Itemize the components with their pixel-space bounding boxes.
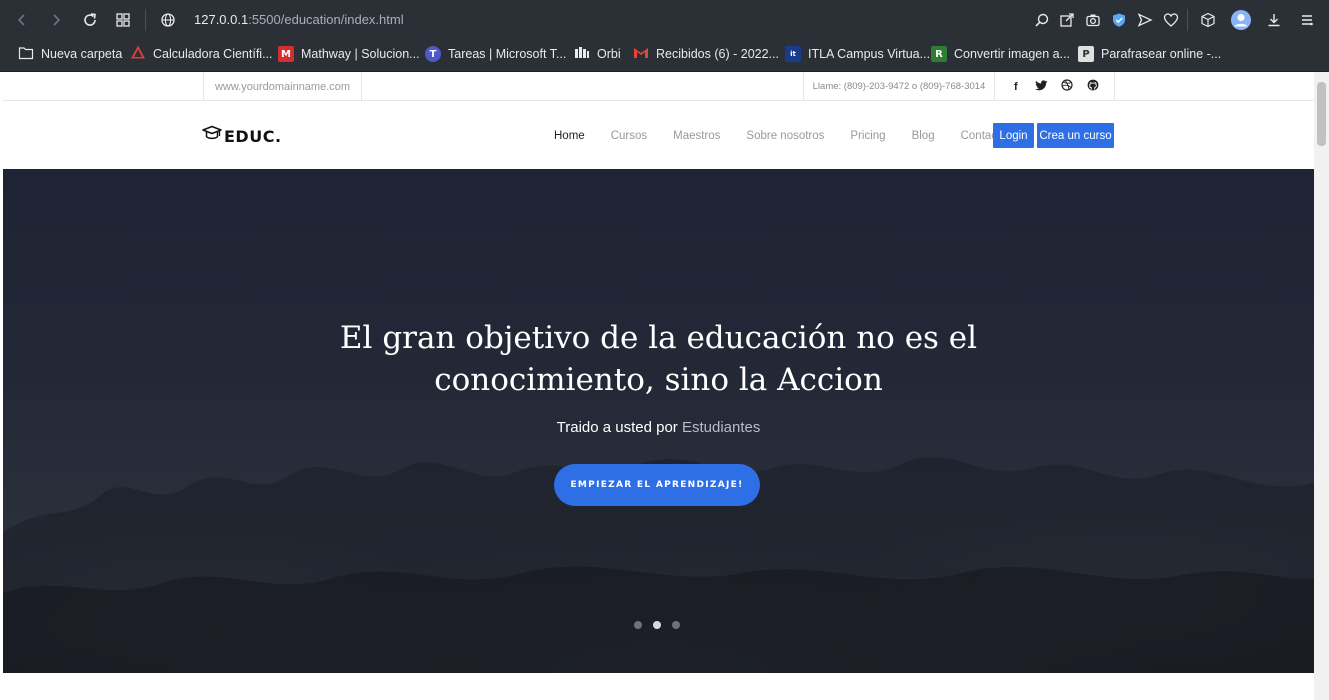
facebook-icon[interactable]: f: [1008, 81, 1024, 93]
tabs-grid-icon[interactable]: [111, 8, 135, 32]
download-icon[interactable]: [1262, 8, 1286, 32]
bookmark-item[interactable]: Recibidos (6) - 2022...: [633, 44, 779, 64]
slider-dot-2[interactable]: [653, 621, 661, 629]
create-course-button[interactable]: Crea un curso: [1037, 123, 1114, 148]
bookmark-item[interactable]: Nueva carpeta: [18, 44, 122, 64]
top-info-bar: www.yourdomainname.com Llame: (809)-203-…: [3, 72, 1314, 101]
bookmark-item[interactable]: it ITLA Campus Virtua...: [785, 44, 930, 64]
graduates-background-image: [3, 457, 1314, 673]
menu-icon[interactable]: [1295, 8, 1319, 32]
nav-menu: Home Cursos Maestros Sobre nosotros Pric…: [554, 124, 1038, 148]
logo-text: EDUC.: [224, 126, 282, 146]
browser-chrome: 127.0.0.1:5500/education/index.html Nuev…: [0, 0, 1329, 72]
start-learning-button[interactable]: EMPIEZAR EL APRENDIZAJE!: [554, 464, 760, 506]
profile-avatar-icon[interactable]: [1229, 8, 1253, 32]
twitter-icon[interactable]: [1034, 79, 1050, 94]
mathway-favicon: M: [278, 46, 294, 62]
bookmarks-bar: Nueva carpeta Calculadora Científi... M …: [0, 42, 1329, 66]
social-links: f: [995, 72, 1115, 101]
calculator-favicon: [130, 44, 146, 64]
paraphrase-favicon: P: [1078, 46, 1094, 62]
send-icon[interactable]: [1133, 8, 1157, 32]
itla-favicon: it: [785, 46, 801, 62]
folder-icon: [18, 45, 34, 64]
bookmark-item[interactable]: R Convertir imagen a...: [931, 44, 1070, 64]
hero-byline: Traido a usted por Estudiantes: [556, 419, 761, 436]
hero-section: El gran objetivo de la educación no es e…: [3, 169, 1314, 673]
share-edit-icon[interactable]: [1055, 8, 1079, 32]
back-icon[interactable]: [10, 8, 34, 32]
domain-text: www.yourdomainname.com: [203, 72, 362, 101]
graduation-cap-icon: [202, 125, 222, 147]
main-navbar: EDUC. Home Cursos Maestros Sobre nosotro…: [3, 101, 1314, 169]
nav-home[interactable]: Home: [554, 130, 585, 142]
byline-highlight: Estudiantes: [681, 419, 761, 436]
nav-cursos[interactable]: Cursos: [611, 130, 647, 142]
slider-dot-1[interactable]: [634, 621, 642, 629]
slider-dots: [634, 621, 680, 629]
nav-blog[interactable]: Blog: [912, 130, 935, 142]
hero-title-line-1: El gran objetivo de la educación no es e…: [339, 320, 978, 356]
dribbble-icon[interactable]: [1059, 79, 1075, 94]
camera-icon[interactable]: [1081, 8, 1105, 32]
address-bar[interactable]: 127.0.0.1:5500/education/index.html: [156, 6, 696, 34]
toolbar-divider: [145, 9, 146, 31]
browser-toolbar: 127.0.0.1:5500/education/index.html: [0, 0, 1329, 40]
globe-icon: [160, 12, 176, 32]
convert-favicon: R: [931, 46, 947, 62]
nav-pricing[interactable]: Pricing: [850, 130, 885, 142]
page-scrollbar[interactable]: [1314, 72, 1329, 700]
heart-icon[interactable]: [1159, 8, 1183, 32]
bookmark-item[interactable]: Calculadora Científi...: [130, 44, 273, 64]
github-icon[interactable]: [1085, 79, 1101, 94]
page-viewport: www.yourdomainname.com Llame: (809)-203-…: [3, 72, 1314, 700]
bookmark-item[interactable]: T Tareas | Microsoft T...: [425, 44, 566, 64]
orbi-favicon: [574, 45, 590, 64]
scrollbar-thumb[interactable]: [1317, 82, 1326, 146]
phone-text: Llame: (809)-203-9472 o (809)-768-3014: [803, 72, 995, 101]
shield-icon[interactable]: [1107, 8, 1131, 32]
bookmark-item[interactable]: M Mathway | Solucion...: [278, 44, 420, 64]
gmail-favicon: [633, 45, 649, 64]
nav-sobre-nosotros[interactable]: Sobre nosotros: [746, 130, 824, 142]
next-section: [3, 673, 1314, 700]
reload-icon[interactable]: [78, 8, 102, 32]
slider-dot-3[interactable]: [672, 621, 680, 629]
hero-title: El gran objetivo de la educación no es e…: [3, 317, 1314, 401]
nav-maestros[interactable]: Maestros: [673, 130, 720, 142]
bookmark-item[interactable]: P Parafrasear online -...: [1078, 44, 1221, 64]
url-text: 127.0.0.1:5500/education/index.html: [194, 12, 404, 27]
site-logo[interactable]: EDUC.: [202, 125, 282, 147]
toolbar-divider: [1187, 9, 1188, 31]
extensions-cube-icon[interactable]: [1196, 8, 1220, 32]
teams-favicon: T: [425, 46, 441, 62]
zoom-search-icon[interactable]: [1030, 8, 1054, 32]
login-button[interactable]: Login: [993, 123, 1034, 148]
hero-title-line-2: conocimiento, sino la Accion: [434, 362, 883, 398]
forward-icon[interactable]: [44, 8, 68, 32]
bookmark-item[interactable]: Orbi: [574, 44, 621, 64]
